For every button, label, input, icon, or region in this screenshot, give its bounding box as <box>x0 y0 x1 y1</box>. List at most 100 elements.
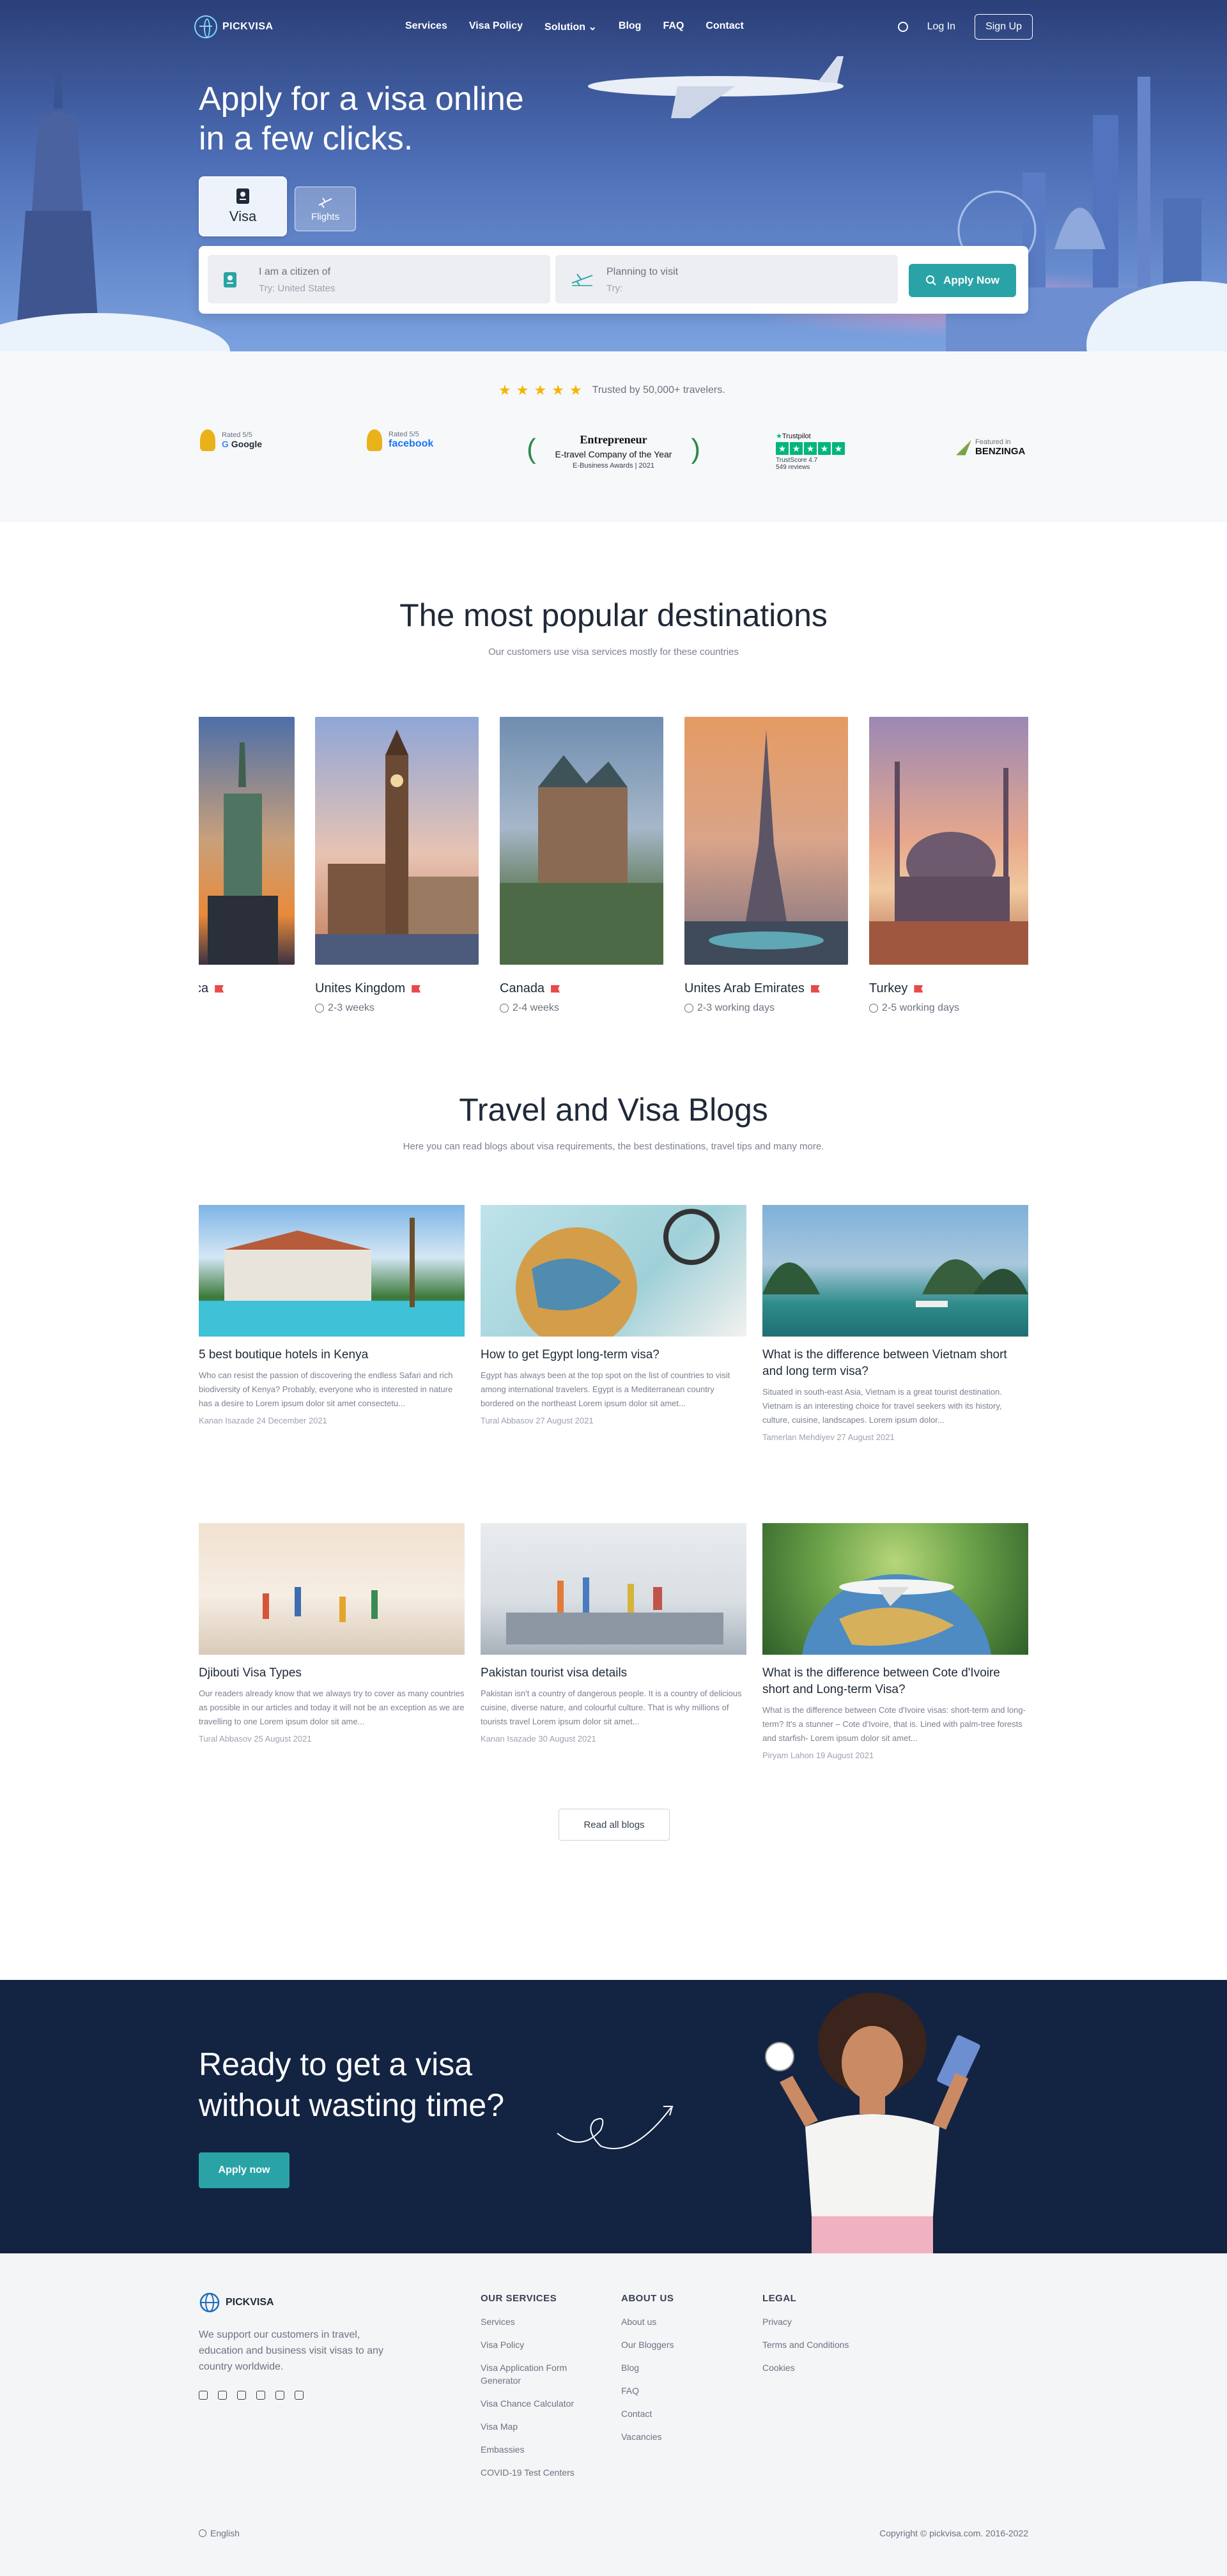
statue-of-liberty-photo <box>208 742 278 965</box>
nav-item-blog[interactable]: Blog <box>619 20 642 33</box>
visit-input[interactable]: Try: <box>606 283 622 294</box>
footer-about: We support our customers in travel, educ… <box>199 2329 384 2372</box>
destination-name: Canada <box>500 981 545 995</box>
facebook-rated: Rated 5/5 <box>389 431 419 438</box>
footer-link[interactable]: Visa Chance Calculator <box>481 2397 602 2410</box>
tab-flights-label: Flights <box>311 211 340 222</box>
footer-link[interactable]: COVID-19 Test Centers <box>481 2466 602 2479</box>
blog-meta: Tural Abbasov 25 August 2021 <box>199 1734 312 1744</box>
blogs-title: Travel and Visa Blogs <box>459 1092 768 1128</box>
nav-item-solution[interactable]: Solution ⌄ <box>544 20 597 33</box>
footer-services-column: OUR SERVICES Services Visa Policy Visa A… <box>481 2293 602 2489</box>
blog-card[interactable]: What is the difference between Cote d'Iv… <box>762 1523 1028 1760</box>
logo[interactable]: PICKVISA <box>194 15 274 38</box>
read-all-blogs-button[interactable]: Read all blogs <box>559 1809 670 1841</box>
destination-card-uae[interactable]: Unites Arab Emirates 2-3 working days <box>684 717 848 1014</box>
nav-item-contact[interactable]: Contact <box>706 20 744 33</box>
language-selector[interactable]: English <box>199 2528 240 2538</box>
nav-item-visa-policy[interactable]: Visa Policy <box>469 20 523 33</box>
blog-excerpt: Who can resist the passion of discoverin… <box>199 1370 453 1408</box>
destination-image-uae <box>684 717 848 965</box>
apply-now-button[interactable]: Apply Now <box>909 264 1016 297</box>
footer-link[interactable]: Our Bloggers <box>621 2338 736 2351</box>
footer-link[interactable]: Terms and Conditions <box>762 2338 890 2351</box>
trustpilot-badge: ★Trustpilot ★ ★ ★ ★ ★ TrustScore 4.7 549… <box>776 432 845 471</box>
footer-link[interactable]: Visa Map <box>481 2420 602 2433</box>
footer-link[interactable]: About us <box>621 2315 736 2328</box>
tab-visa[interactable]: Visa <box>199 176 287 236</box>
blog-card[interactable]: Pakistan tourist visa details Pakistan i… <box>481 1523 746 1744</box>
footer-about-title: ABOUT US <box>621 2293 674 2304</box>
nav-item-faq[interactable]: FAQ <box>663 20 684 33</box>
footer-link[interactable]: Contact <box>621 2407 736 2420</box>
star-icon: ★ <box>776 442 789 455</box>
footer-logo[interactable]: PICKVISA <box>199 2292 274 2313</box>
blog-card[interactable]: What is the difference between Vietnam s… <box>762 1205 1028 1442</box>
visit-field[interactable]: Planning to visit Try: <box>555 255 898 303</box>
signup-button[interactable]: Sign Up <box>975 14 1033 40</box>
pinterest-icon[interactable] <box>295 2391 304 2400</box>
clock-icon <box>869 1004 878 1013</box>
blog-card[interactable]: Djibouti Visa Types Our readers already … <box>199 1523 465 1744</box>
footer-link[interactable]: FAQ <box>621 2384 736 2397</box>
destination-name: Unites Arab Emirates <box>684 981 805 995</box>
destinations-carousel[interactable]: es of America Unites Kingdom 2-3 weeks C… <box>199 717 1028 1023</box>
destination-image-usa <box>199 717 295 965</box>
blog-card[interactable]: 5 best boutique hotels in Kenya Who can … <box>199 1205 465 1425</box>
blog-title[interactable]: What is the difference between Cote d'Iv… <box>762 1665 1028 1698</box>
blog-title[interactable]: Pakistan tourist visa details <box>481 1665 746 1682</box>
language-label: English <box>210 2528 240 2538</box>
trusted-text: Trusted by 50,000+ travelers. <box>592 385 725 395</box>
plane-icon <box>318 197 332 208</box>
tab-flights[interactable]: Flights <box>295 187 356 231</box>
linkedin-icon[interactable] <box>275 2391 284 2400</box>
trustpilot-name: Trustpilot <box>782 433 811 440</box>
destination-duration: 2-3 working days <box>697 1002 775 1013</box>
logo-text: PICKVISA <box>222 21 274 32</box>
footer-link[interactable]: Blog <box>621 2361 736 2374</box>
destinations-subtitle: Our customers use visa services mostly f… <box>488 647 739 657</box>
instagram-icon[interactable] <box>237 2391 246 2400</box>
footer-link[interactable]: Embassies <box>481 2443 602 2456</box>
cta-apply-button[interactable]: Apply now <box>199 2152 289 2188</box>
blog-title[interactable]: 5 best boutique hotels in Kenya <box>199 1347 465 1363</box>
youtube-icon[interactable] <box>256 2391 265 2400</box>
login-link[interactable]: Log In <box>927 21 955 33</box>
blog-excerpt: Our readers already know that we always … <box>199 1689 465 1726</box>
footer-link[interactable]: Visa Application Form Generator <box>481 2361 602 2387</box>
destination-card-usa[interactable]: es of America <box>199 717 295 996</box>
flag-icon <box>914 985 923 993</box>
google-rated: Rated 5/5 <box>222 431 252 439</box>
citizen-field[interactable]: I am a citizen of Try: United States <box>208 255 550 303</box>
blog-title[interactable]: What is the difference between Vietnam s… <box>762 1347 1028 1380</box>
nav-item-services[interactable]: Services <box>405 20 447 33</box>
twitter-icon[interactable] <box>218 2391 227 2400</box>
big-ben-photo <box>315 730 479 965</box>
citizen-input[interactable]: Try: United States <box>259 283 336 294</box>
destination-card-turkey[interactable]: Turkey 2-5 working days <box>869 717 1028 1014</box>
destination-card-canada[interactable]: Canada 2-4 weeks <box>500 717 663 1014</box>
blog-card[interactable]: How to get Egypt long-term visa? Egypt h… <box>481 1205 746 1425</box>
facebook-icon[interactable] <box>199 2391 208 2400</box>
blog-title[interactable]: How to get Egypt long-term visa? <box>481 1347 746 1363</box>
miniature-travelers-photo <box>263 1587 378 1622</box>
star-icon: ★ <box>552 382 564 398</box>
google-badge: Rated 5/5 G Google <box>200 429 262 451</box>
cta-title-line1: Ready to get a visa <box>199 2046 473 2082</box>
hotel-pool-photo <box>199 1218 465 1337</box>
language-globe-icon[interactable] <box>897 22 908 32</box>
footer-link[interactable]: Cookies <box>762 2361 890 2374</box>
globe-logo-icon <box>194 15 217 38</box>
destination-card-uk[interactable]: Unites Kingdom 2-3 weeks <box>315 717 479 1014</box>
destination-name: Unites Kingdom <box>315 981 406 995</box>
tab-visa-label: Visa <box>229 208 257 224</box>
footer-link[interactable]: Privacy <box>762 2315 890 2328</box>
cta-section: Ready to get a visa without wasting time… <box>0 1980 1227 2253</box>
footer-link[interactable]: Vacancies <box>621 2430 736 2443</box>
curly-arrow-icon <box>557 2106 674 2149</box>
flag-icon <box>215 985 224 993</box>
burj-khalifa-photo <box>684 730 848 965</box>
footer-link[interactable]: Visa Policy <box>481 2338 602 2351</box>
footer-link[interactable]: Services <box>481 2315 602 2328</box>
blog-title[interactable]: Djibouti Visa Types <box>199 1665 465 1682</box>
